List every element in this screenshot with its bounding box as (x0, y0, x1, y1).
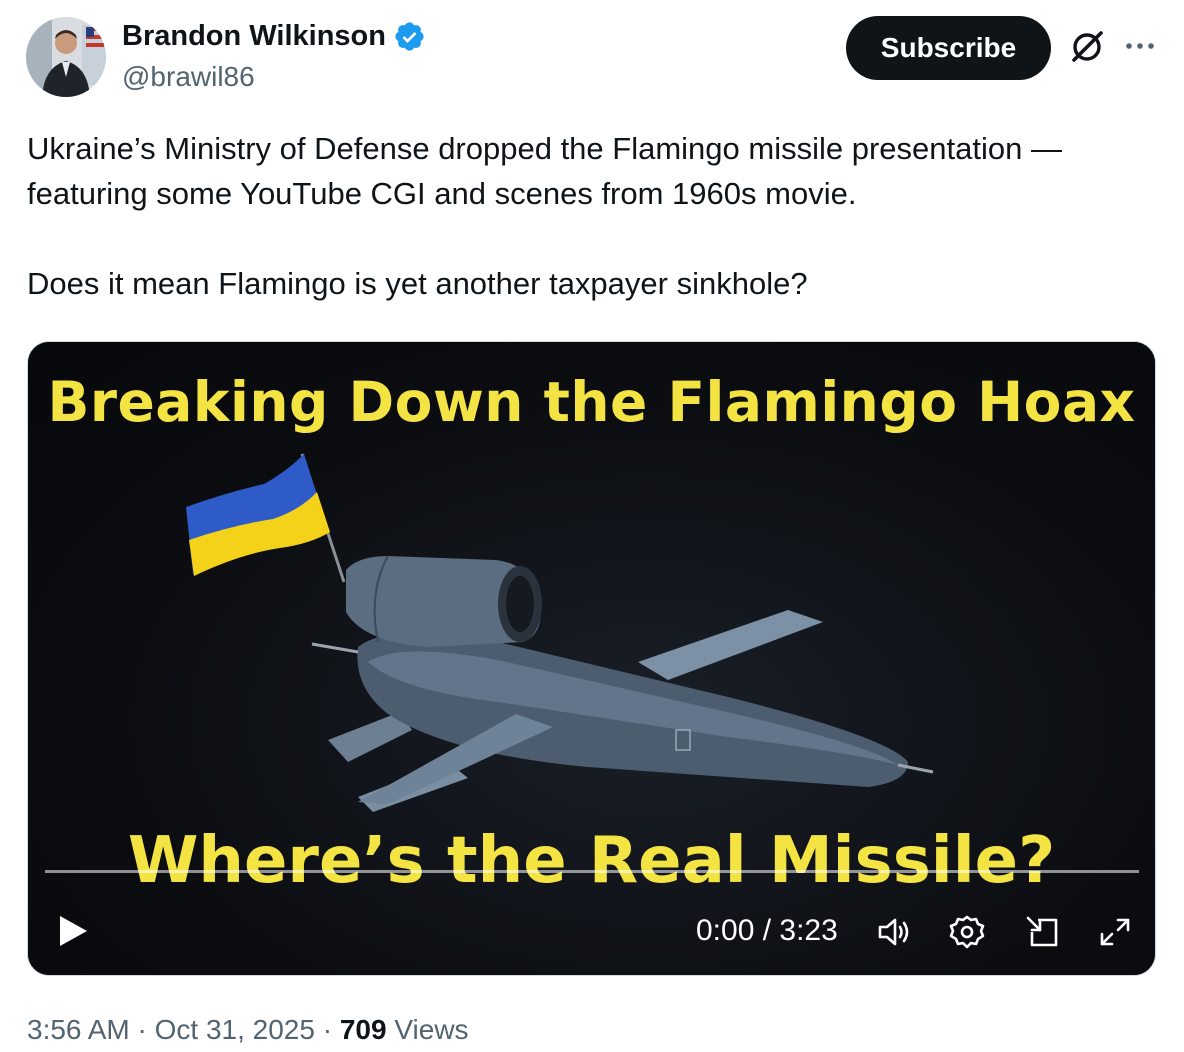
volume-icon[interactable] (876, 914, 914, 950)
tweet-time[interactable]: 3:56 AM (27, 1014, 130, 1045)
author-display-name[interactable]: Brandon Wilkinson (122, 18, 386, 54)
meta-separator: · (322, 1014, 333, 1045)
tweet-paragraph: Does it mean Flamingo is yet another tax… (27, 266, 808, 301)
video-overlay-title: Breaking Down the Flamingo Hoax (47, 370, 1136, 434)
views-label: Views (394, 1014, 469, 1045)
more-options-icon[interactable] (1124, 38, 1156, 54)
views-count[interactable]: 709 (340, 1014, 387, 1045)
play-icon[interactable] (56, 914, 90, 948)
fullscreen-icon[interactable] (1096, 914, 1134, 950)
author-name-row[interactable]: Brandon Wilkinson (122, 18, 426, 54)
video-overlay-subtitle: Where’s the Real Missile? (127, 824, 1056, 898)
grok-icon[interactable] (1068, 28, 1106, 66)
video-time: 0:00 / 3:23 (696, 914, 838, 947)
video-player[interactable]: Breaking Down the Flamingo Hoax Where’s … (27, 341, 1156, 976)
avatar[interactable] (26, 17, 106, 97)
subscribe-button[interactable]: Subscribe (846, 16, 1051, 80)
settings-icon[interactable] (948, 914, 986, 950)
avatar-image (26, 17, 106, 97)
meta-separator: · (137, 1014, 147, 1045)
video-progress-bar[interactable] (45, 870, 1139, 873)
tweet-metadata: 3:56 AM · Oct 31, 2025 · 709 Views (27, 1012, 469, 1048)
tweet-text: Ukraine’s Ministry of Defense dropped th… (27, 126, 1167, 306)
picture-in-picture-icon[interactable] (1024, 914, 1062, 950)
tweet-date[interactable]: Oct 31, 2025 (155, 1014, 315, 1045)
verified-badge-icon[interactable] (393, 20, 426, 53)
tweet-paragraph: Ukraine’s Ministry of Defense dropped th… (27, 131, 1062, 211)
author-handle[interactable]: @brawil86 (122, 59, 255, 95)
